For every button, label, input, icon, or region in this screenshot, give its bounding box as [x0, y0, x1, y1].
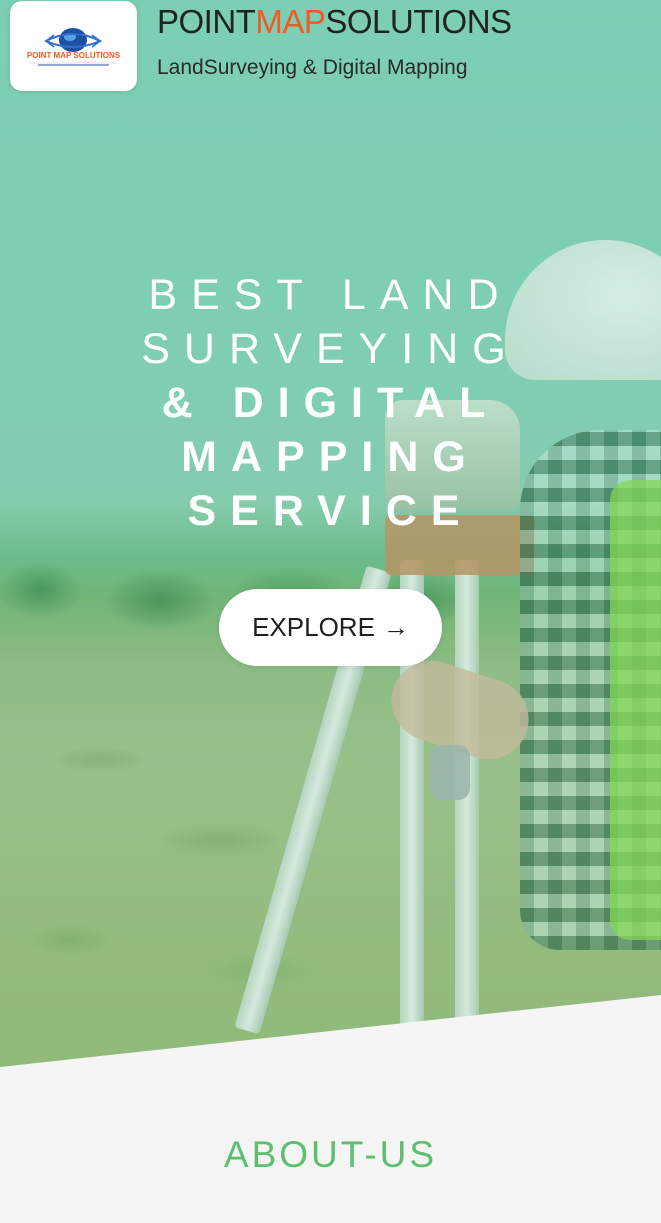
hero-title-line4: MAPPING: [181, 433, 480, 481]
brand-title-part2: MAP: [255, 3, 326, 40]
arrow-right-icon: →: [382, 612, 409, 642]
globe-logo-icon: [30, 28, 117, 66]
explore-button-label: EXPLORE: [252, 612, 375, 642]
brand-tagline: LandSurveying & Digital Mapping: [157, 56, 468, 79]
brand-title-part3: SOLUTIONS: [325, 3, 512, 40]
logo-text: POINT MAP SOLUTIONS: [26, 51, 121, 60]
about-us-heading: ABOUT-US: [223, 1134, 438, 1175]
hero-title-line3: & DIGITAL: [161, 379, 500, 427]
brand-title-part1: POINT: [157, 3, 256, 40]
hero-title-line5: SERVICE: [187, 487, 474, 535]
hero-title-line1: BEST LAND: [148, 271, 513, 319]
site-logo[interactable]: POINT MAP SOLUTIONS: [10, 1, 137, 91]
hero-title-line2: SURVEYING: [141, 325, 520, 373]
brand-title[interactable]: POINTMAPSOLUTIONS: [157, 3, 512, 41]
hero-title: BEST LAND SURVEYING & DIGITAL MAPPING SE…: [0, 268, 661, 538]
explore-button[interactable]: EXPLORE →: [219, 589, 442, 666]
